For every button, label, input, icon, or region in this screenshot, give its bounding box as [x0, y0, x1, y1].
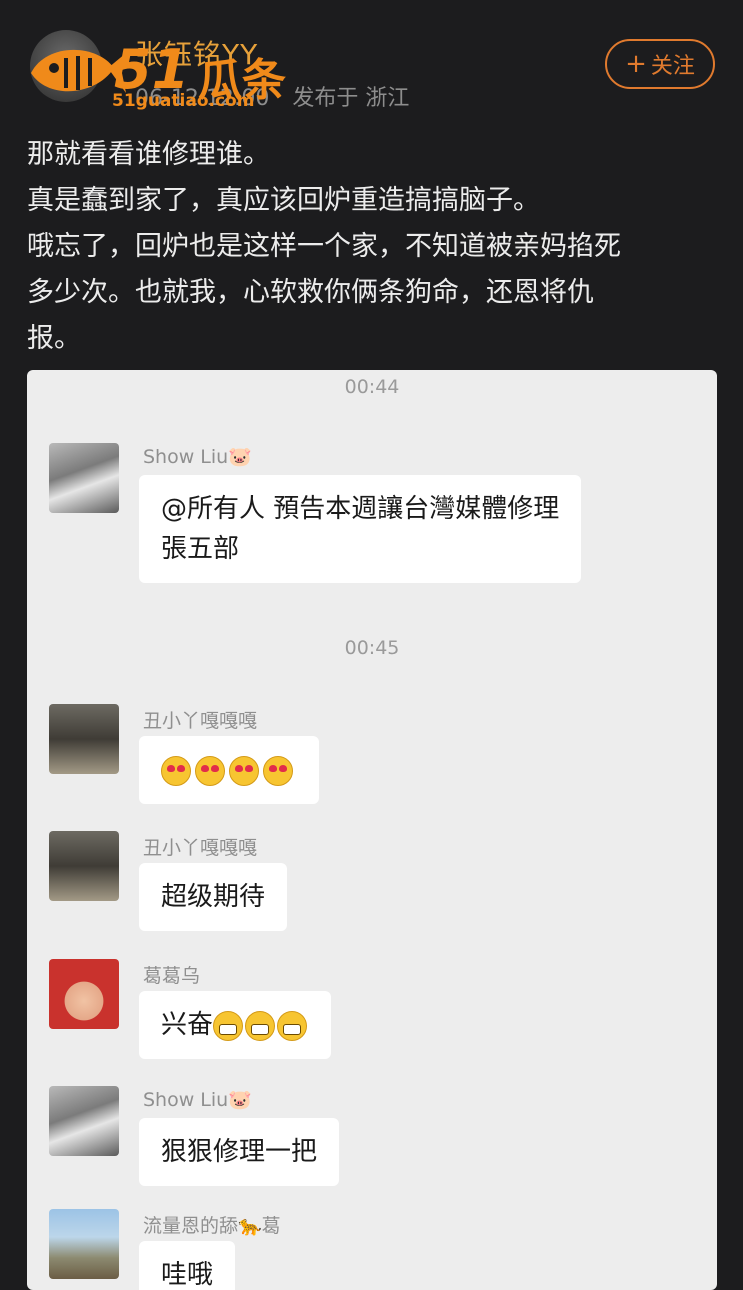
sender-name: Show Liu🐷	[143, 446, 252, 468]
post-header: 张钰铭YY 06-12 12:00 发布于 浙江 51 瓜条 51guatiao…	[0, 0, 743, 120]
post-line: 真是蠢到家了，真应该回炉重造搞搞脑子。	[27, 185, 540, 216]
message-text: 超级期待	[161, 882, 266, 912]
message-text: 狠狠修理一把	[161, 1137, 318, 1167]
heart-eyes-emoji-icon	[195, 755, 225, 786]
post-line: 那就看看谁修理谁。	[27, 139, 270, 170]
message-bubble: 狠狠修理一把	[139, 1118, 340, 1186]
sender-name: Show Liu🐷	[143, 1089, 252, 1111]
sender-name: 流量恩的舔🐆葛	[143, 1215, 281, 1237]
message-bubble: 超级期待	[139, 863, 288, 931]
post-body: 那就看看谁修理谁。 真是蠢到家了，真应该回炉重造搞搞脑子。 哦忘了，回炉也是这样…	[27, 132, 717, 362]
message-bubble: @所有人 預告本週讓台灣媒體修理 張五部	[139, 475, 582, 583]
watermark-url: 51guatiao.com	[112, 91, 255, 111]
avatar	[49, 959, 119, 1029]
avatar	[49, 704, 119, 774]
sender-name: 丑小丫嘎嘎嘎	[143, 710, 258, 732]
grin-emoji-icon	[213, 1010, 244, 1041]
post-line: 多少次。也就我，心软救你俩条狗命，还恩将仇	[27, 277, 594, 308]
follow-button[interactable]: + 关注	[605, 39, 715, 89]
avatar	[49, 443, 119, 513]
plus-icon: +	[625, 49, 647, 79]
message-text: 哇哦	[161, 1260, 214, 1290]
chat-timestamp: 00:45	[344, 637, 400, 659]
message-text: @所有人 預告本週讓台灣媒體修理	[161, 494, 560, 524]
avatar	[49, 1086, 119, 1156]
grin-emoji-icon	[277, 1010, 308, 1041]
sender-name: 葛葛乌	[143, 965, 201, 987]
message-bubble: 哇哦	[139, 1241, 236, 1290]
grin-emoji-icon	[245, 1010, 276, 1041]
site-watermark: 51 瓜条 51guatiao.com	[26, 38, 296, 113]
message-bubble: 兴奋	[139, 991, 332, 1059]
post-location: 发布于 浙江	[292, 86, 410, 111]
chat-screenshot-image[interactable]: 00:44 Show Liu🐷 @所有人 預告本週讓台灣媒體修理 張五部 00:…	[27, 370, 717, 1290]
avatar	[49, 1209, 119, 1279]
heart-eyes-emoji-icon	[161, 755, 191, 786]
message-text: 兴奋	[161, 1010, 214, 1040]
heart-eyes-emoji-icon	[229, 755, 259, 786]
message-text: 張五部	[161, 534, 240, 564]
chat-timestamp: 00:44	[344, 376, 400, 398]
heart-eyes-emoji-icon	[263, 755, 293, 786]
message-bubble	[139, 736, 319, 804]
post-line: 哦忘了，回炉也是这样一个家，不知道被亲妈掐死	[27, 231, 621, 262]
post-line: 报。	[27, 323, 81, 354]
sender-name: 丑小丫嘎嘎嘎	[143, 837, 258, 859]
avatar	[49, 831, 119, 901]
fish-logo-icon	[31, 49, 126, 93]
follow-label: 关注	[650, 54, 695, 79]
